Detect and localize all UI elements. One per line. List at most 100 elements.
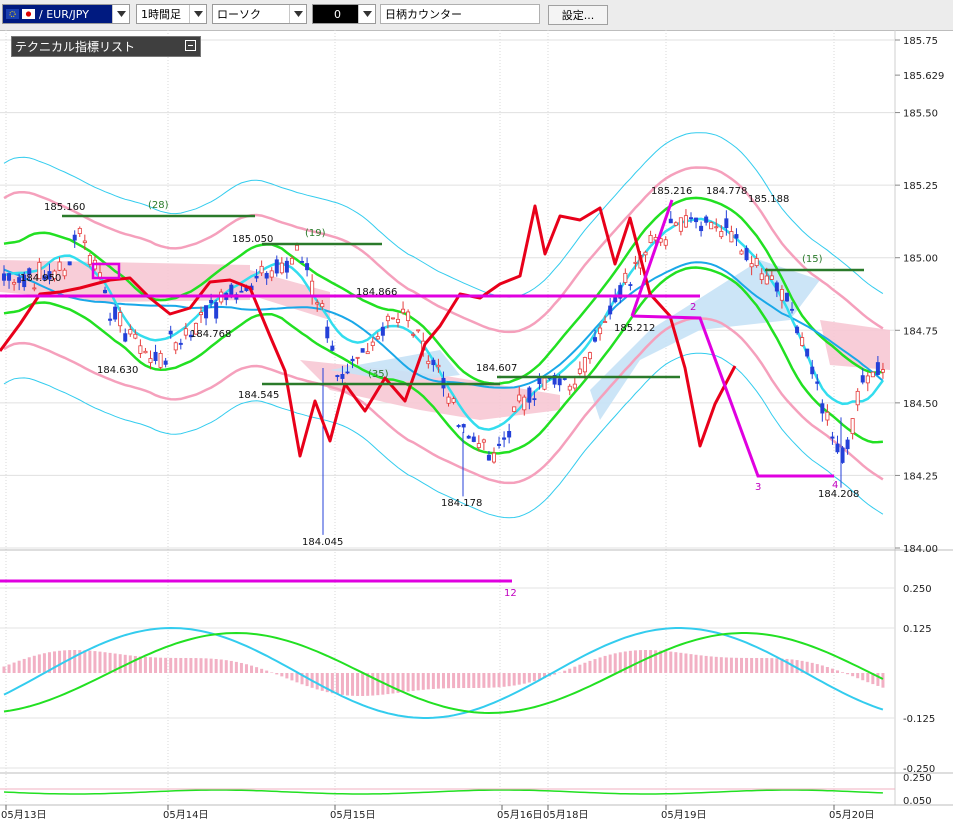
histogram-bar	[108, 652, 112, 673]
histogram-bar	[517, 673, 521, 685]
candle-body	[820, 403, 825, 414]
histogram-bar	[401, 673, 405, 693]
candle-body	[810, 366, 815, 375]
counter-input[interactable]: 日柄カウンター	[380, 4, 540, 24]
candle-body	[350, 358, 355, 362]
technical-indicator-list[interactable]: テクニカル指標リスト	[11, 36, 201, 57]
histogram-bar	[588, 660, 592, 673]
histogram-bar	[472, 673, 476, 689]
histogram-bar	[457, 673, 461, 689]
histogram-bar	[477, 673, 481, 688]
histogram-bar	[851, 673, 855, 677]
histogram-bar	[351, 673, 355, 696]
candle-body	[633, 261, 638, 264]
histogram-bar	[391, 673, 395, 694]
histogram-bar	[598, 657, 602, 673]
histogram-bar	[815, 664, 819, 673]
histogram-bar	[644, 650, 648, 673]
histogram-bar	[820, 665, 824, 673]
candle-body	[360, 348, 365, 353]
histogram-bar	[694, 654, 698, 673]
candle-body	[97, 272, 102, 278]
candle-body	[537, 377, 542, 385]
histogram-bar	[265, 670, 269, 673]
histogram-bar	[431, 673, 435, 689]
histogram-bar	[143, 656, 147, 673]
histogram-bar	[239, 662, 243, 673]
timeframe-label: 1時間足	[141, 8, 181, 21]
histogram-bar	[719, 657, 723, 673]
candle-body	[199, 312, 204, 316]
counter-label: (15)	[802, 254, 823, 265]
candle-body	[512, 406, 517, 413]
chevron-down-icon[interactable]	[112, 5, 129, 23]
date-label: 05月13日	[1, 809, 46, 821]
candle-body	[815, 381, 820, 384]
chart-style-select[interactable]: ローソク	[212, 4, 307, 24]
histogram-bar	[194, 658, 198, 673]
histogram-bar	[532, 673, 536, 682]
candle-body	[406, 311, 411, 322]
histogram-bar	[133, 655, 137, 673]
histogram-bar	[2, 666, 6, 673]
candle-body	[148, 358, 153, 364]
histogram-bar	[603, 655, 607, 673]
candle-body	[396, 318, 401, 323]
candle-body	[865, 375, 870, 384]
histogram-bar	[830, 668, 834, 673]
wave-label: 3	[755, 482, 761, 493]
candle-body	[532, 398, 537, 401]
price-chart[interactable]: (28)(19)(35)(15)23 412185.160184.950184.6…	[0, 30, 953, 822]
candle-body	[709, 222, 714, 230]
candle-body	[305, 263, 310, 271]
candle-body	[330, 345, 335, 351]
histogram-bar	[209, 658, 213, 673]
candle-body	[72, 234, 77, 241]
price-axis-label: 185.25	[903, 181, 938, 192]
candle-body	[209, 299, 214, 304]
symbol-select[interactable]: / EUR/JPY	[2, 4, 130, 24]
candle-body	[289, 257, 294, 265]
chevron-down-icon[interactable]	[358, 5, 375, 23]
histogram-bar	[189, 658, 193, 673]
candle-body	[582, 357, 587, 373]
histogram-bar	[507, 673, 511, 687]
candle-body	[335, 375, 340, 378]
candle-body	[764, 275, 769, 285]
candle-body	[734, 234, 739, 239]
toolbar: / EUR/JPY 1時間足 ローソク 0 日柄カウンター 設定...	[0, 0, 953, 31]
histogram-bar	[714, 656, 718, 673]
candle-body	[279, 262, 284, 274]
color-select[interactable]: 0	[312, 4, 376, 24]
histogram-bar	[841, 672, 845, 673]
candle-body	[214, 302, 219, 319]
histogram-bar	[436, 673, 440, 689]
candle-body	[805, 348, 810, 357]
candle-body	[461, 424, 466, 428]
candle-body	[754, 258, 759, 266]
collapse-icon[interactable]	[185, 40, 196, 51]
candle-body	[497, 443, 502, 446]
timeframe-select[interactable]: 1時間足	[136, 4, 207, 24]
histogram-bar	[709, 656, 713, 673]
histogram-bar	[83, 650, 87, 673]
settings-button[interactable]: 設定...	[548, 5, 608, 25]
price-annotation: 184.607	[476, 363, 517, 374]
chevron-down-icon[interactable]	[189, 5, 206, 23]
histogram-bar	[224, 660, 228, 673]
candle-body	[178, 342, 183, 345]
candle-body	[779, 289, 784, 301]
histogram-bar	[103, 652, 107, 673]
candle-body	[345, 371, 350, 374]
candle-body	[300, 261, 305, 263]
histogram-bar	[527, 673, 531, 683]
candle-body	[12, 282, 17, 285]
price-axis-label: 184.75	[903, 326, 938, 337]
histogram-bar	[734, 657, 738, 673]
candle-body	[850, 418, 855, 434]
chevron-down-icon[interactable]	[289, 5, 306, 23]
candle-body	[57, 261, 62, 271]
candle-body	[673, 222, 678, 226]
candle-body	[269, 270, 274, 278]
counter-label: 日柄カウンター	[385, 8, 462, 21]
